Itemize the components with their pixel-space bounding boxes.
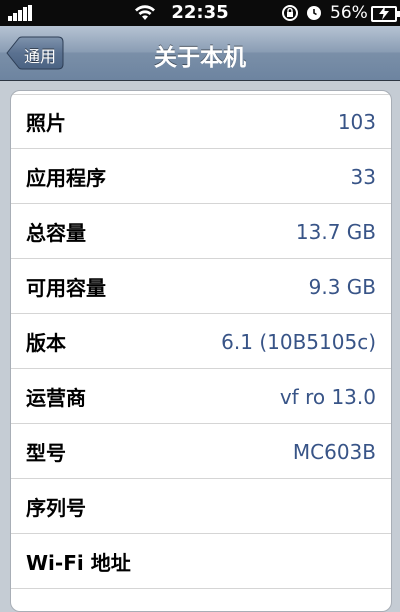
list-item-value: vf ro 13.0 — [279, 384, 376, 409]
list-item-wifi-address: Wi-Fi 地址 — [11, 535, 391, 589]
list-item-applications: 应用程序 33 — [11, 150, 391, 204]
list-item-available: 可用容量 9.3 GB — [11, 260, 391, 314]
list-item-label: Wi-Fi 地址 — [26, 551, 131, 575]
list-item-label: 型号 — [26, 441, 66, 465]
list-item-label: 应用程序 — [26, 166, 106, 190]
list-item-value: MC603B — [292, 439, 376, 464]
list-item-value: 6.1 (10B5105c) — [221, 329, 376, 354]
list-item-label: 版本 — [26, 331, 66, 355]
list-item-label: 运营商 — [26, 386, 86, 410]
battery-icon — [371, 6, 400, 22]
list-item-label: 可用容量 — [26, 276, 106, 300]
list-item-model: 型号 MC603B — [11, 425, 391, 479]
battery-percentage: 56% — [330, 3, 368, 23]
alarm-icon — [307, 6, 321, 20]
status-bar: 22:35 56% — [0, 0, 400, 26]
navigation-bar: 通用 关于本机 — [0, 26, 400, 81]
list-item-value: 9.3 GB — [308, 274, 376, 299]
charging-icon — [379, 6, 389, 20]
list-item-value: 103 — [337, 109, 376, 134]
list-item-label: 总容量 — [26, 221, 86, 245]
list-item-label: 照片 — [26, 111, 66, 135]
list-item-label: 序列号 — [26, 496, 86, 520]
list-item-serial-number: 序列号 — [11, 480, 391, 534]
list-item-version: 版本 6.1 (10B5105c) — [11, 315, 391, 369]
about-info-list: 照片 103 应用程序 33 总容量 13.7 GB 可用容量 9.3 GB 版… — [10, 90, 392, 612]
list-item-photos: 照片 103 — [11, 95, 391, 149]
list-item-value: 13.7 GB — [295, 219, 376, 244]
list-item-capacity: 总容量 13.7 GB — [11, 205, 391, 259]
page-title: 关于本机 — [154, 45, 246, 71]
rotation-lock-icon — [282, 5, 298, 21]
list-item-carrier: 运营商 vf ro 13.0 — [11, 370, 391, 424]
list-item-value: 33 — [350, 164, 376, 189]
